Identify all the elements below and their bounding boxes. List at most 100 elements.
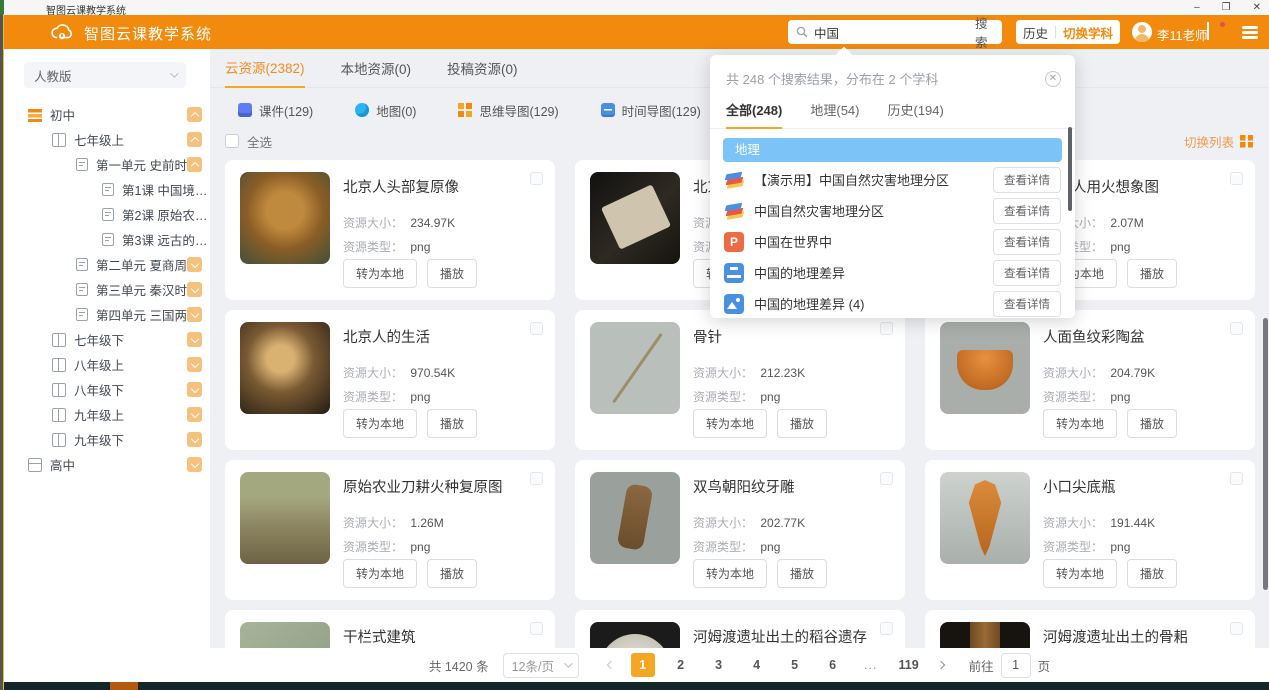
menu-icon[interactable]: [1242, 26, 1258, 29]
card-checkbox[interactable]: [1230, 622, 1243, 635]
subject-switcher[interactable]: 历史 切换学科: [1016, 20, 1120, 44]
convert-to-local-button[interactable]: 转为本地: [693, 409, 767, 438]
sidebar-tree-item[interactable]: 第三单元 秦汉时期: [4, 277, 210, 302]
resource-tab[interactable]: 云资源(2382): [225, 57, 305, 88]
close-button[interactable]: ✕: [1253, 2, 1261, 13]
notification-bell-icon[interactable]: [1207, 23, 1223, 41]
sidebar-tree-item[interactable]: 第一单元 史前时期: [4, 152, 210, 177]
sidebar-tree-item[interactable]: 八年级上: [4, 352, 210, 377]
view-details-button[interactable]: 查看详情: [993, 167, 1061, 193]
page-number-button[interactable]: 6: [821, 653, 845, 677]
search-input[interactable]: [814, 25, 975, 39]
sidebar-tree-item[interactable]: 第3课 远古的传说: [4, 227, 210, 252]
play-button[interactable]: 播放: [1127, 559, 1177, 588]
next-page-button[interactable]: [929, 653, 953, 677]
page-number-button[interactable]: 4: [745, 653, 769, 677]
sidebar-tree-item[interactable]: 九年级下: [4, 427, 210, 452]
expand-chevron-icon[interactable]: [187, 107, 202, 122]
convert-to-local-button[interactable]: 转为本地: [1043, 409, 1117, 438]
expand-chevron-icon[interactable]: [187, 282, 202, 297]
search-box[interactable]: 搜索: [788, 20, 1002, 44]
convert-to-local-button[interactable]: 转为本地: [343, 409, 417, 438]
card-checkbox[interactable]: [530, 472, 543, 485]
play-button[interactable]: 播放: [1127, 259, 1177, 288]
sidebar-tree-item[interactable]: 九年级上: [4, 402, 210, 427]
resource-thumbnail[interactable]: [240, 622, 330, 649]
resource-tab[interactable]: 本地资源(0): [341, 58, 412, 87]
expand-chevron-icon[interactable]: [187, 132, 202, 147]
card-checkbox[interactable]: [1230, 322, 1243, 335]
filter-chip[interactable]: 课件(129): [238, 101, 313, 120]
switch-subject-button[interactable]: 切换学科: [1063, 23, 1113, 42]
user-avatar[interactable]: [1132, 22, 1152, 42]
restore-button[interactable]: ❐: [1222, 2, 1231, 13]
expand-chevron-icon[interactable]: [187, 307, 202, 322]
card-checkbox[interactable]: [1230, 172, 1243, 185]
card-checkbox[interactable]: [530, 622, 543, 635]
expand-chevron-icon[interactable]: [187, 457, 202, 472]
expand-chevron-icon[interactable]: [187, 407, 202, 422]
play-button[interactable]: 播放: [777, 409, 827, 438]
per-page-select[interactable]: 12条/页: [503, 653, 579, 678]
results-subject-tab[interactable]: 全部(248): [726, 100, 782, 129]
resource-thumbnail[interactable]: [940, 472, 1030, 564]
search-result-item[interactable]: 中国在世界中 查看详情: [710, 226, 1075, 257]
page-number-button[interactable]: ...: [859, 653, 883, 677]
search-result-item[interactable]: 中国自然灾害地理分区 查看详情: [710, 195, 1075, 226]
convert-to-local-button[interactable]: 转为本地: [693, 559, 767, 588]
page-number-button[interactable]: 3: [707, 653, 731, 677]
expand-chevron-icon[interactable]: [187, 257, 202, 272]
prev-page-button[interactable]: [599, 653, 623, 677]
resource-thumbnail[interactable]: [590, 322, 680, 414]
textbook-version-select[interactable]: 人教版: [24, 62, 186, 88]
convert-to-local-button[interactable]: 转为本地: [343, 559, 417, 588]
page-number-button[interactable]: 1: [631, 653, 655, 677]
sidebar-tree-item[interactable]: 第1课 中国境内早...: [4, 177, 210, 202]
goto-page-input[interactable]: [1001, 653, 1031, 678]
search-button[interactable]: 搜索: [975, 13, 994, 51]
resource-thumbnail[interactable]: [590, 172, 680, 264]
resource-thumbnail[interactable]: [240, 472, 330, 564]
play-button[interactable]: 播放: [427, 409, 477, 438]
expand-chevron-icon[interactable]: [187, 432, 202, 447]
resource-thumbnail[interactable]: [940, 322, 1030, 414]
card-checkbox[interactable]: [530, 322, 543, 335]
resource-thumbnail[interactable]: [590, 622, 680, 649]
convert-to-local-button[interactable]: 转为本地: [343, 259, 417, 288]
search-result-item[interactable]: 【演示用】中国自然灾害地理分区 查看详情: [710, 164, 1075, 195]
card-checkbox[interactable]: [880, 622, 893, 635]
resource-tab[interactable]: 投稿资源(0): [447, 58, 518, 87]
filter-chip[interactable]: 时间导图(129): [601, 101, 701, 120]
expand-chevron-icon[interactable]: [187, 332, 202, 347]
sidebar-tree-item[interactable]: 第二单元 夏商周时期: [4, 252, 210, 277]
search-result-item[interactable]: 中国的地理差异 (4) 查看详情: [710, 288, 1075, 319]
card-checkbox[interactable]: [880, 472, 893, 485]
sidebar-tree-item[interactable]: 第2课 原始农耕生...: [4, 202, 210, 227]
card-checkbox[interactable]: [530, 172, 543, 185]
play-button[interactable]: 播放: [1127, 409, 1177, 438]
card-checkbox[interactable]: [880, 322, 893, 335]
view-details-button[interactable]: 查看详情: [993, 229, 1061, 255]
view-details-button[interactable]: 查看详情: [993, 260, 1061, 286]
page-number-button[interactable]: 5: [783, 653, 807, 677]
page-number-button[interactable]: 119: [897, 653, 921, 677]
results-subject-tab[interactable]: 历史(194): [887, 100, 943, 128]
page-number-button[interactable]: 2: [669, 653, 693, 677]
popup-scrollbar[interactable]: [1068, 127, 1072, 211]
play-button[interactable]: 播放: [777, 559, 827, 588]
play-button[interactable]: 播放: [427, 559, 477, 588]
results-subject-tab[interactable]: 地理(54): [810, 100, 859, 128]
play-button[interactable]: 播放: [427, 259, 477, 288]
search-result-item[interactable]: 中国的地理差异 查看详情: [710, 257, 1075, 288]
minimize-button[interactable]: –: [1194, 2, 1200, 13]
resource-thumbnail[interactable]: [240, 322, 330, 414]
close-icon[interactable]: [1045, 71, 1061, 87]
page-scrollbar[interactable]: [1263, 318, 1268, 590]
sidebar-tree-item[interactable]: 八年级下: [4, 377, 210, 402]
filter-chip[interactable]: 地图(0): [355, 101, 416, 120]
expand-chevron-icon[interactable]: [187, 382, 202, 397]
resource-thumbnail[interactable]: [240, 172, 330, 264]
expand-chevron-icon[interactable]: [187, 357, 202, 372]
switch-list-button[interactable]: 切换列表: [1184, 132, 1253, 151]
sidebar-tree-item[interactable]: 初中: [4, 102, 210, 127]
